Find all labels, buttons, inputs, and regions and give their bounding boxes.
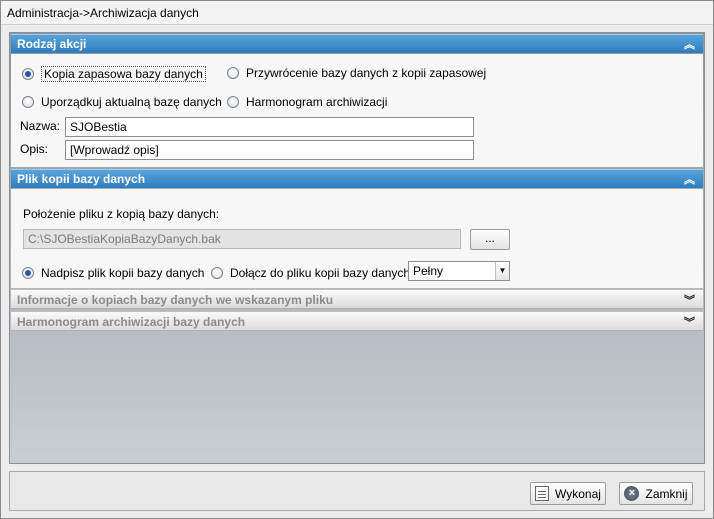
chevrons-down-icon[interactable]: ︾ [684, 314, 695, 330]
chevron-down-icon[interactable]: ▼ [495, 262, 509, 280]
radio-button-icon[interactable] [227, 96, 239, 108]
description-field[interactable]: [Wprowadź opis] [65, 140, 474, 160]
radio-append[interactable]: Dołącz do pliku kopii bazy danych [211, 266, 410, 280]
section-action-body: Kopia zapasowa bazy danych Przywrócenie … [11, 54, 703, 167]
radio-restore-label: Przywrócenie bazy danych z kopii zapasow… [246, 66, 487, 80]
execute-button-label: Wykonaj [555, 486, 601, 501]
footer-bar: Wykonaj × Zamknij [9, 471, 705, 511]
browse-button[interactable]: ... [470, 229, 510, 250]
radio-schedule[interactable]: Harmonogram archiwizacji [227, 95, 387, 109]
section-info-header[interactable]: Informacje o kopiach bazy danych we wska… [11, 289, 703, 309]
radio-button-icon[interactable] [227, 67, 239, 79]
radio-button-icon[interactable] [22, 267, 34, 279]
file-path-field[interactable]: C:\SJOBestiaKopiaBazyDanych.bak [23, 229, 461, 249]
radio-button-icon[interactable] [22, 68, 34, 80]
close-button-label: Zamknij [645, 486, 688, 501]
name-label: Nazwa: [20, 119, 61, 133]
section-file-body: Położenie pliku z kopią bazy danych: C:\… [11, 189, 703, 288]
close-button[interactable]: × Zamknij [619, 482, 693, 505]
section-action-header[interactable]: Rodzaj akcji ︽ [11, 34, 703, 53]
window-title: Administracja->Archiwizacja danych [1, 1, 713, 25]
file-location-label: Położenie pliku z kopią bazy danych: [23, 207, 220, 221]
radio-organize[interactable]: Uporządkuj aktualną bazę danych [22, 95, 222, 109]
document-icon [535, 486, 550, 501]
section-file-title: Plik kopii bazy danych [17, 172, 146, 186]
radio-backup[interactable]: Kopia zapasowa bazy danych [22, 66, 206, 82]
section-action-title: Rodzaj akcji [17, 37, 87, 51]
radio-button-icon[interactable] [22, 96, 34, 108]
chevrons-up-icon[interactable]: ︽ [684, 171, 695, 187]
radio-backup-label: Kopia zapasowa bazy danych [41, 66, 206, 82]
close-circle-icon: × [624, 486, 640, 501]
radio-append-label: Dołącz do pliku kopii bazy danych [230, 266, 411, 280]
section-schedule-header[interactable]: Harmonogram archiwizacji bazy danych ︾ [11, 311, 703, 331]
section-schedule-title: Harmonogram archiwizacji bazy danych [17, 315, 246, 329]
backup-type-select[interactable]: Pełny ▼ [408, 261, 510, 281]
archive-window: Administracja->Archiwizacja danych Rodza… [0, 0, 714, 519]
execute-button[interactable]: Wykonaj [530, 482, 606, 505]
radio-schedule-label: Harmonogram archiwizacji [246, 95, 388, 109]
section-file-header[interactable]: Plik kopii bazy danych ︽ [11, 169, 703, 188]
name-field[interactable]: SJOBestia [65, 117, 474, 137]
radio-button-icon[interactable] [211, 267, 223, 279]
radio-overwrite-label: Nadpisz plik kopii bazy danych [41, 266, 205, 280]
chevrons-up-icon[interactable]: ︽ [684, 36, 695, 52]
description-label: Opis: [20, 142, 49, 156]
radio-restore[interactable]: Przywrócenie bazy danych z kopii zapasow… [227, 66, 486, 80]
chevrons-down-icon[interactable]: ︾ [684, 292, 695, 308]
radio-overwrite[interactable]: Nadpisz plik kopii bazy danych [22, 266, 204, 280]
content-panel: Rodzaj akcji ︽ Kopia zapasowa bazy danyc… [9, 32, 705, 464]
section-info-title: Informacje o kopiach bazy danych we wska… [17, 293, 334, 307]
backup-type-value: Pełny [413, 264, 444, 278]
radio-organize-label: Uporządkuj aktualną bazę danych [41, 95, 222, 109]
